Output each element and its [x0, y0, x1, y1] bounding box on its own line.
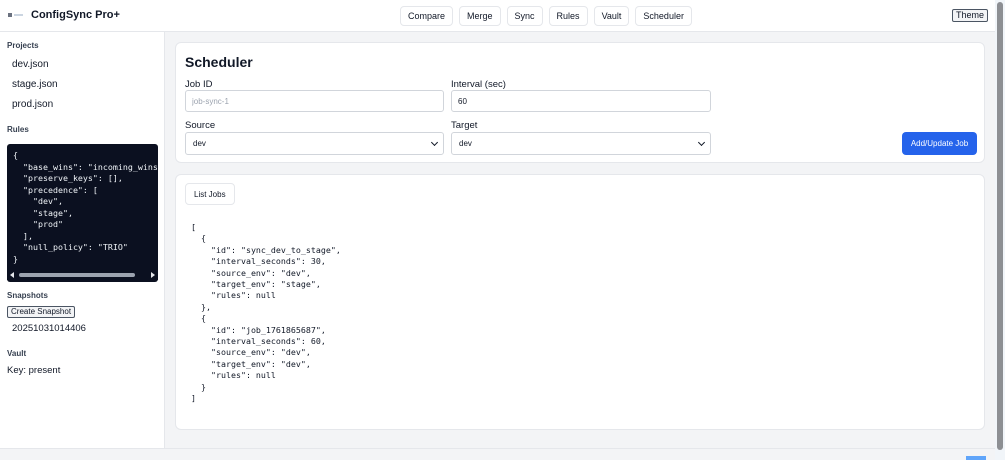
- vault-status: Key: present: [7, 365, 61, 376]
- jobs-card: List Jobs [ { "id": "sync_dev_to_stage",…: [175, 174, 985, 430]
- source-select[interactable]: dev: [185, 132, 444, 155]
- rules-json: { "base_wins": "incoming_wins", "preserv…: [13, 150, 158, 264]
- nav-scheduler-button[interactable]: Scheduler: [635, 6, 692, 26]
- brand-name: ConfigSync Pro+: [31, 9, 120, 21]
- snapshots-heading: Snapshots: [7, 291, 48, 300]
- sidebar: Projects dev.json stage.json prod.json R…: [0, 32, 165, 448]
- project-item-stage[interactable]: stage.json: [12, 79, 58, 90]
- source-selected-value: dev: [193, 139, 206, 148]
- theme-button[interactable]: Theme: [952, 9, 989, 22]
- target-select[interactable]: dev: [451, 132, 711, 155]
- page-scroll-thumb[interactable]: [997, 2, 1003, 450]
- nav-compare-button[interactable]: Compare: [400, 6, 454, 26]
- scroll-right-arrow-icon[interactable]: [151, 272, 155, 278]
- bottom-bar: [0, 448, 995, 460]
- logo-icon: [8, 12, 26, 18]
- nav-vault-button[interactable]: Vault: [593, 6, 630, 26]
- rules-horizontal-scrollbar[interactable]: [7, 270, 158, 280]
- nav-sync-button[interactable]: Sync: [506, 6, 543, 26]
- scroll-left-arrow-icon[interactable]: [10, 272, 14, 278]
- rules-heading: Rules: [7, 125, 29, 134]
- top-bar: ConfigSync Pro+ Compare Merge Sync Rules…: [0, 0, 995, 32]
- bottom-indicator: [966, 456, 986, 460]
- scroll-thumb[interactable]: [19, 273, 135, 277]
- project-item-dev[interactable]: dev.json: [12, 59, 49, 70]
- main-nav: Compare Merge Sync Rules Vault Scheduler: [400, 6, 692, 26]
- target-selected-value: dev: [459, 139, 472, 148]
- create-snapshot-button[interactable]: Create Snapshot: [7, 306, 76, 318]
- chevron-down-icon: [697, 138, 706, 147]
- projects-heading: Projects: [7, 41, 39, 50]
- page-title: Scheduler: [185, 54, 253, 70]
- chevron-down-icon: [430, 138, 439, 147]
- rules-code-block[interactable]: { "base_wins": "incoming_wins", "preserv…: [7, 144, 158, 282]
- job-id-input[interactable]: [185, 90, 444, 112]
- nav-rules-button[interactable]: Rules: [548, 6, 588, 26]
- page-vertical-scrollbar[interactable]: [995, 0, 1005, 460]
- project-item-prod[interactable]: prod.json: [12, 99, 53, 110]
- jobs-output: [ { "id": "sync_dev_to_stage", "interval…: [191, 222, 341, 404]
- source-label: Source: [185, 120, 216, 131]
- list-jobs-button[interactable]: List Jobs: [185, 183, 235, 205]
- interval-input[interactable]: [451, 90, 711, 112]
- snapshot-item[interactable]: 20251031014406: [12, 323, 86, 334]
- scheduler-card: Scheduler Job ID Interval (sec) Source d…: [175, 42, 985, 163]
- vault-heading: Vault: [7, 349, 27, 358]
- interval-label: Interval (sec): [451, 79, 506, 90]
- nav-merge-button[interactable]: Merge: [459, 6, 501, 26]
- brand: ConfigSync Pro+: [8, 9, 120, 21]
- job-id-label: Job ID: [185, 79, 213, 90]
- target-label: Target: [451, 120, 478, 131]
- add-update-job-button[interactable]: Add/Update Job: [902, 132, 977, 155]
